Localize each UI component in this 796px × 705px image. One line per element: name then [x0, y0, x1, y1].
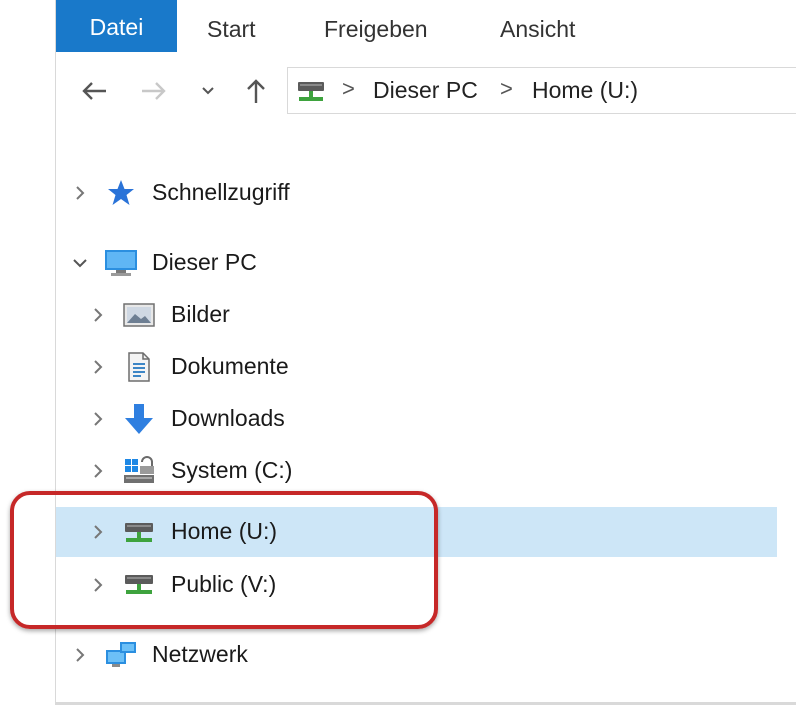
recent-locations-button[interactable] [196, 71, 220, 111]
tree-item-netzwerk[interactable]: Netzwerk [56, 635, 777, 675]
download-arrow-icon [122, 403, 156, 435]
breadcrumb-dieser-pc[interactable]: Dieser PC [373, 77, 478, 104]
ribbon: Datei Start Freigeben Ansicht [56, 0, 796, 55]
breadcrumb-separator: > [342, 76, 355, 101]
network-drive-icon [298, 82, 324, 101]
chevron-right-icon[interactable] [88, 304, 108, 326]
arrow-left-icon [82, 82, 106, 100]
arrow-up-icon [247, 79, 265, 103]
arrow-right-icon [142, 82, 166, 100]
tree-item-label: System (C:) [171, 457, 293, 483]
tree-item-label: Schnellzugriff [152, 179, 290, 205]
chevron-down-icon [202, 87, 214, 95]
tree-item-schnellzugriff[interactable]: Schnellzugriff [56, 173, 777, 213]
chevron-right-icon[interactable] [88, 460, 108, 482]
navigation-bar: > Dieser PC > Home (U:) [56, 65, 796, 117]
chevron-right-icon[interactable] [88, 408, 108, 430]
system-drive-icon [122, 455, 156, 487]
tree-item-label: Downloads [171, 405, 285, 431]
tab-freigeben[interactable]: Freigeben [324, 10, 428, 52]
tab-datei[interactable]: Datei [56, 0, 177, 52]
breadcrumb-home[interactable]: Home (U:) [532, 77, 638, 104]
chevron-down-icon[interactable] [70, 252, 90, 274]
document-icon [122, 351, 156, 383]
chevron-right-icon[interactable] [88, 356, 108, 378]
tab-ansicht[interactable]: Ansicht [500, 10, 575, 52]
address-bar[interactable]: > Dieser PC > Home (U:) [287, 67, 796, 114]
pictures-icon [122, 299, 156, 331]
tree-item-system[interactable]: System (C:) [56, 451, 777, 491]
highlight-box [10, 491, 438, 629]
tree-item-dokumente[interactable]: Dokumente [56, 347, 777, 387]
network-icon [104, 639, 138, 671]
tree-item-dieser-pc[interactable]: Dieser PC [56, 243, 777, 283]
chevron-right-icon[interactable] [70, 182, 90, 204]
tree-item-label: Netzwerk [152, 641, 248, 667]
up-button[interactable] [238, 71, 274, 111]
tree-item-label: Bilder [171, 301, 230, 327]
tab-start[interactable]: Start [207, 10, 256, 52]
tree-item-downloads[interactable]: Downloads [56, 399, 777, 439]
tree-item-label: Dokumente [171, 353, 289, 379]
computer-icon [104, 247, 138, 279]
chevron-right-icon[interactable] [70, 644, 90, 666]
breadcrumb-separator: > [500, 76, 513, 101]
tree-item-bilder[interactable]: Bilder [56, 295, 777, 335]
tree-item-label: Dieser PC [152, 249, 257, 275]
back-button[interactable] [76, 71, 112, 111]
forward-button[interactable] [136, 71, 172, 111]
star-icon [104, 177, 138, 209]
